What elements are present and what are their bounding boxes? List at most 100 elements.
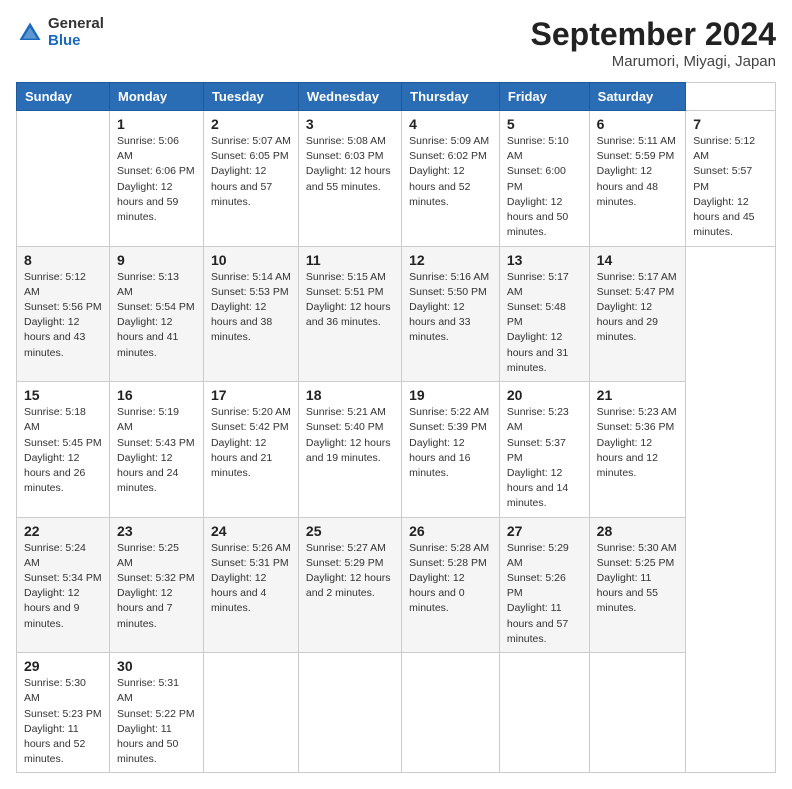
- calendar-cell: 8 Sunrise: 5:12 AM Sunset: 5:56 PM Daylig…: [17, 246, 110, 382]
- day-number: 19: [409, 387, 492, 403]
- calendar-cell: 13 Sunrise: 5:17 AM Sunset: 5:48 PM Dayli…: [499, 246, 589, 382]
- day-info: Sunrise: 5:27 AM Sunset: 5:29 PM Dayligh…: [306, 541, 394, 602]
- day-number: 9: [117, 252, 196, 268]
- day-info: Sunrise: 5:18 AM Sunset: 5:45 PM Dayligh…: [24, 405, 102, 496]
- day-info: Sunrise: 5:11 AM Sunset: 5:59 PM Dayligh…: [597, 134, 679, 210]
- calendar-cell: 26 Sunrise: 5:28 AM Sunset: 5:28 PM Dayli…: [402, 517, 500, 653]
- day-number: 25: [306, 523, 394, 539]
- day-number: 17: [211, 387, 291, 403]
- day-number: 28: [597, 523, 679, 539]
- calendar-week-row: 8 Sunrise: 5:12 AM Sunset: 5:56 PM Daylig…: [17, 246, 776, 382]
- day-info: Sunrise: 5:25 AM Sunset: 5:32 PM Dayligh…: [117, 541, 196, 632]
- logo-text: General Blue: [48, 16, 104, 49]
- day-number: 30: [117, 658, 196, 674]
- day-info: Sunrise: 5:17 AM Sunset: 5:48 PM Dayligh…: [507, 270, 582, 377]
- day-info: Sunrise: 5:20 AM Sunset: 5:42 PM Dayligh…: [211, 405, 291, 481]
- day-header: Monday: [110, 83, 204, 111]
- calendar-cell: 25 Sunrise: 5:27 AM Sunset: 5:29 PM Dayli…: [298, 517, 401, 653]
- day-info: Sunrise: 5:17 AM Sunset: 5:47 PM Dayligh…: [597, 270, 679, 346]
- calendar-week-row: 1Sunrise: 5:06 AM Sunset: 6:06 PM Daylig…: [17, 111, 776, 247]
- calendar-cell: 12 Sunrise: 5:16 AM Sunset: 5:50 PM Dayli…: [402, 246, 500, 382]
- calendar-cell: 16Sunrise: 5:19 AM Sunset: 5:43 PM Dayli…: [110, 382, 204, 518]
- location: Marumori, Miyagi, Japan: [531, 53, 776, 70]
- logo-icon: [16, 19, 44, 47]
- day-info: Sunrise: 5:06 AM Sunset: 6:06 PM Dayligh…: [117, 134, 196, 225]
- day-number: 24: [211, 523, 291, 539]
- day-header: Saturday: [589, 83, 686, 111]
- day-info: Sunrise: 5:31 AM Sunset: 5:22 PM Dayligh…: [117, 676, 196, 767]
- day-number: 12: [409, 252, 492, 268]
- calendar-cell: 29 Sunrise: 5:30 AM Sunset: 5:23 PM Dayli…: [17, 653, 110, 773]
- month-title: September 2024: [531, 16, 776, 53]
- calendar-cell: 1Sunrise: 5:06 AM Sunset: 6:06 PM Daylig…: [110, 111, 204, 247]
- day-number: 10: [211, 252, 291, 268]
- day-number: 8: [24, 252, 102, 268]
- day-info: Sunrise: 5:07 AM Sunset: 6:05 PM Dayligh…: [211, 134, 291, 210]
- day-info: Sunrise: 5:23 AM Sunset: 5:37 PM Dayligh…: [507, 405, 582, 512]
- calendar-cell: 7Sunrise: 5:12 AM Sunset: 5:57 PM Daylig…: [686, 111, 776, 247]
- day-info: Sunrise: 5:09 AM Sunset: 6:02 PM Dayligh…: [409, 134, 492, 210]
- calendar-cell: 17 Sunrise: 5:20 AM Sunset: 5:42 PM Dayli…: [203, 382, 298, 518]
- day-number: 22: [24, 523, 102, 539]
- day-number: 20: [507, 387, 582, 403]
- day-info: Sunrise: 5:16 AM Sunset: 5:50 PM Dayligh…: [409, 270, 492, 346]
- day-number: 11: [306, 252, 394, 268]
- day-header: Wednesday: [298, 83, 401, 111]
- logo: General Blue: [16, 16, 104, 49]
- calendar-table: SundayMondayTuesdayWednesdayThursdayFrid…: [16, 82, 776, 773]
- day-number: 4: [409, 116, 492, 132]
- logo-blue: Blue: [48, 33, 104, 50]
- logo-general: General: [48, 16, 104, 33]
- day-header: Tuesday: [203, 83, 298, 111]
- calendar-cell: 28 Sunrise: 5:30 AM Sunset: 5:25 PM Dayli…: [589, 517, 686, 653]
- day-info: Sunrise: 5:26 AM Sunset: 5:31 PM Dayligh…: [211, 541, 291, 617]
- calendar-cell: 6 Sunrise: 5:11 AM Sunset: 5:59 PM Daylig…: [589, 111, 686, 247]
- day-info: Sunrise: 5:13 AM Sunset: 5:54 PM Dayligh…: [117, 270, 196, 361]
- day-info: Sunrise: 5:28 AM Sunset: 5:28 PM Dayligh…: [409, 541, 492, 617]
- day-number: 29: [24, 658, 102, 674]
- day-info: Sunrise: 5:30 AM Sunset: 5:25 PM Dayligh…: [597, 541, 679, 617]
- calendar-cell: [203, 653, 298, 773]
- calendar-cell: 21 Sunrise: 5:23 AM Sunset: 5:36 PM Dayli…: [589, 382, 686, 518]
- day-info: Sunrise: 5:15 AM Sunset: 5:51 PM Dayligh…: [306, 270, 394, 331]
- day-header: Thursday: [402, 83, 500, 111]
- calendar-week-row: 29 Sunrise: 5:30 AM Sunset: 5:23 PM Dayli…: [17, 653, 776, 773]
- page-header: General Blue September 2024 Marumori, Mi…: [16, 16, 776, 70]
- calendar-cell: 30 Sunrise: 5:31 AM Sunset: 5:22 PM Dayli…: [110, 653, 204, 773]
- day-info: Sunrise: 5:21 AM Sunset: 5:40 PM Dayligh…: [306, 405, 394, 466]
- day-number: 26: [409, 523, 492, 539]
- calendar-cell: [402, 653, 500, 773]
- day-info: Sunrise: 5:12 AM Sunset: 5:56 PM Dayligh…: [24, 270, 102, 361]
- day-header: Friday: [499, 83, 589, 111]
- day-info: Sunrise: 5:19 AM Sunset: 5:43 PM Dayligh…: [117, 405, 196, 496]
- day-number: 3: [306, 116, 394, 132]
- calendar-cell: 18 Sunrise: 5:21 AM Sunset: 5:40 PM Dayli…: [298, 382, 401, 518]
- calendar-cell: 5Sunrise: 5:10 AM Sunset: 6:00 PM Daylig…: [499, 111, 589, 247]
- day-number: 18: [306, 387, 394, 403]
- day-info: Sunrise: 5:12 AM Sunset: 5:57 PM Dayligh…: [693, 134, 768, 241]
- day-info: Sunrise: 5:10 AM Sunset: 6:00 PM Dayligh…: [507, 134, 582, 241]
- calendar-cell: 24 Sunrise: 5:26 AM Sunset: 5:31 PM Dayli…: [203, 517, 298, 653]
- calendar-cell: [589, 653, 686, 773]
- day-number: 15: [24, 387, 102, 403]
- calendar-cell: 3 Sunrise: 5:08 AM Sunset: 6:03 PM Daylig…: [298, 111, 401, 247]
- day-number: 2: [211, 116, 291, 132]
- day-number: 13: [507, 252, 582, 268]
- day-number: 23: [117, 523, 196, 539]
- calendar-cell: 19 Sunrise: 5:22 AM Sunset: 5:39 PM Dayli…: [402, 382, 500, 518]
- calendar-cell: 20 Sunrise: 5:23 AM Sunset: 5:37 PM Dayli…: [499, 382, 589, 518]
- calendar-cell: [499, 653, 589, 773]
- calendar-cell: 4 Sunrise: 5:09 AM Sunset: 6:02 PM Daylig…: [402, 111, 500, 247]
- title-block: September 2024 Marumori, Miyagi, Japan: [531, 16, 776, 70]
- day-info: Sunrise: 5:08 AM Sunset: 6:03 PM Dayligh…: [306, 134, 394, 195]
- day-info: Sunrise: 5:23 AM Sunset: 5:36 PM Dayligh…: [597, 405, 679, 481]
- day-info: Sunrise: 5:30 AM Sunset: 5:23 PM Dayligh…: [24, 676, 102, 767]
- day-number: 14: [597, 252, 679, 268]
- day-number: 6: [597, 116, 679, 132]
- calendar-cell: 15 Sunrise: 5:18 AM Sunset: 5:45 PM Dayli…: [17, 382, 110, 518]
- calendar-cell: [17, 111, 110, 247]
- day-header: Sunday: [17, 83, 110, 111]
- calendar-cell: 2 Sunrise: 5:07 AM Sunset: 6:05 PM Daylig…: [203, 111, 298, 247]
- day-info: Sunrise: 5:22 AM Sunset: 5:39 PM Dayligh…: [409, 405, 492, 481]
- day-number: 21: [597, 387, 679, 403]
